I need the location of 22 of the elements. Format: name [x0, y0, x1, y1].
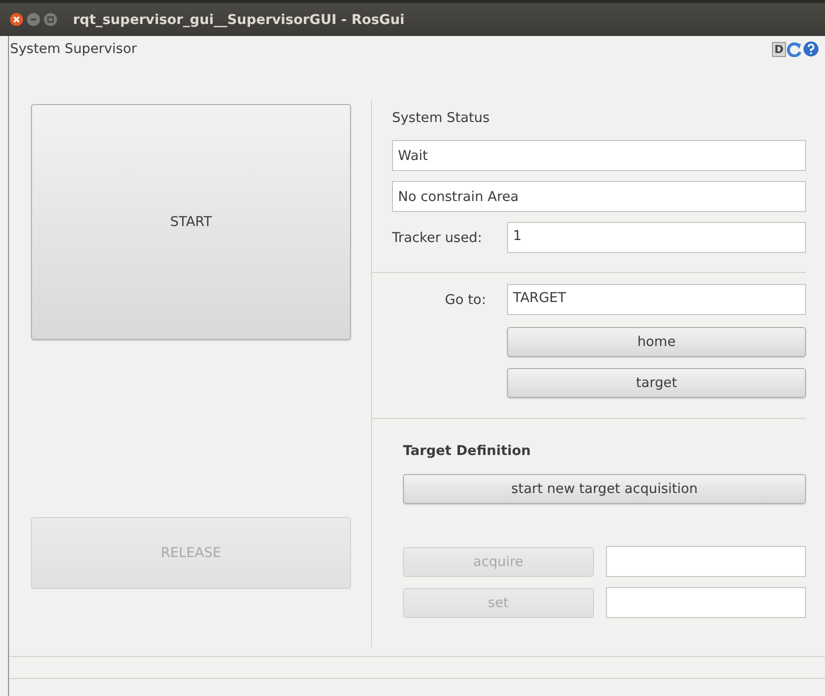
input-field[interactable]: [606, 546, 806, 577]
goto-field[interactable]: TARGET: [507, 284, 806, 315]
section-label: System Status: [392, 110, 491, 126]
window-title: rqt_supervisor_gui__SupervisorGUI - RosGui: [73, 12, 404, 28]
reload-icon[interactable]: [787, 42, 802, 56]
section-heading: Target Definition: [403, 443, 532, 459]
maximize-icon[interactable]: [44, 13, 57, 26]
plugin-title: System Supervisor: [10, 41, 137, 57]
tracker-field[interactable]: 1: [507, 222, 806, 253]
goto-button[interactable]: home: [507, 327, 806, 357]
area-field[interactable]: No constrain Area: [392, 181, 806, 212]
goto-button[interactable]: target: [507, 368, 806, 398]
close-icon[interactable]: [10, 13, 23, 26]
start-button[interactable]: START: [31, 104, 351, 340]
acquisition-button[interactable]: start new target acquisition: [403, 474, 806, 504]
dock-button[interactable]: D: [772, 42, 786, 56]
field-label: Tracker used:: [392, 230, 484, 246]
field-label: Go to:: [444, 292, 486, 308]
minimize-icon[interactable]: [27, 13, 40, 26]
help-icon[interactable]: [803, 41, 819, 57]
input-field[interactable]: [606, 587, 806, 618]
status-field[interactable]: Wait: [392, 140, 806, 171]
